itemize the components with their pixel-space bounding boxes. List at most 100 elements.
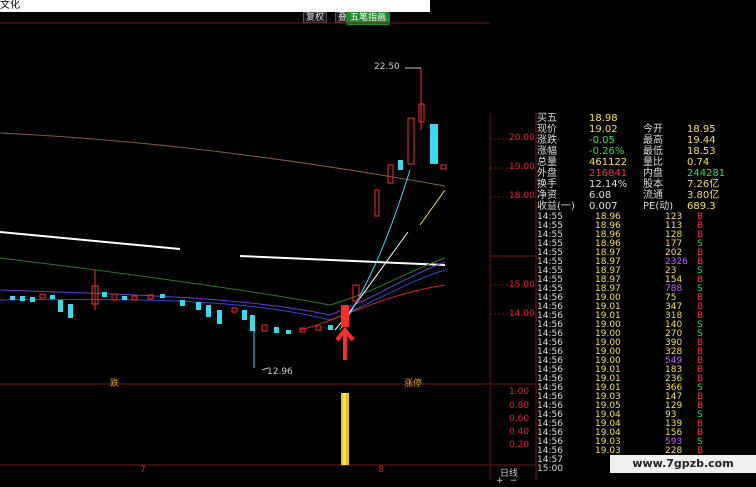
ma-blue-line [0,269,446,321]
drop-marker: 跌 [110,379,120,389]
quote-k: 买五 [537,113,557,124]
trade-row: 14:56 19.05 129 B [537,402,747,411]
trade-row: 14:56 19.01 347 B [537,303,747,312]
quote-v: -0.26% [589,146,625,157]
quote-k: 收益(一) [537,201,575,212]
trade-row: 14:56 19.01 366 S [537,384,747,393]
quote-k2: 流通 [643,190,663,201]
zoom-out-button[interactable]: − [510,476,518,486]
quote-k: 涨跌 [537,135,557,146]
quote-v2: 0.74 [687,157,710,168]
trade-t: 15:00 [537,464,563,474]
candle [341,305,349,327]
quote-v2: 3.80亿 [687,190,720,201]
candle [111,293,118,301]
trade-row: 14:55 18.96 128 B [537,231,747,240]
quote-v: 18.98 [589,113,618,124]
quote-k: 换手 [537,179,557,190]
quote-k2: 量比 [643,157,663,168]
candle [407,117,415,165]
quote-k2: 最高 [643,135,663,146]
trade-row: 14:56 19.03 147 B [537,393,747,402]
quote-v2: 18.95 [687,124,716,135]
candle [328,325,333,330]
candle [20,296,25,301]
watermark: www.7gpzb.com [610,455,756,473]
trade-row: 14:56 19.00 270 S [537,330,747,339]
quote-row: 总量 461122 量比 0.74 [537,157,747,168]
candle [10,296,15,300]
candle [58,300,63,312]
quote-v: 461122 [589,157,628,168]
trade-row: 14:55 18.96 177 S [537,240,747,249]
quote-k: 涨幅 [537,146,557,157]
candle [68,304,73,318]
quote-v2: 244281 [687,168,726,179]
candle [242,310,247,320]
price-tick: 18.00 [509,191,535,201]
date-label: 8 [378,465,384,475]
quote-k2: 最低 [643,146,663,157]
quote-row: 净资 6.08 流通 3.80亿 [537,190,747,201]
candle [122,296,127,300]
candle [50,295,55,299]
volume-tick: 0.20 [509,440,530,450]
candle [261,324,268,332]
ma-yellow-line [419,189,446,226]
candle [398,160,403,170]
quote-k2: 今开 [643,124,663,135]
volume-tick: 0.60 [509,414,530,424]
high-price-label: 22.50 [374,62,400,72]
candle [274,327,279,333]
quote-v: 12.14% [589,179,628,190]
candle [180,300,185,306]
candle [39,293,46,299]
candle [231,307,238,313]
candle [217,310,222,324]
quote-row: 涨跌 -0.05 最高 19.44 [537,135,747,146]
price-tick: 19.00 [509,162,535,172]
candle [196,302,201,310]
trade-row: 14:55 18.97 788 S [537,285,747,294]
quote-k2: PE(动) [643,201,674,212]
trade-row: 14:55 18.96 113 B [537,222,747,231]
candle [286,330,291,334]
quote-v2: 18.53 [687,146,716,157]
candle [440,164,447,170]
quote-v: 19.02 [589,124,618,135]
trade-row: 14:56 19.04 93 S [537,411,747,420]
trade-row: 14:56 19.00 140 S [537,321,747,330]
price-tick: 15.00 [509,280,535,290]
ma-green-line [0,257,446,306]
quote-row: 收益(一) 0.007 PE(动) 689.3 [537,201,747,212]
candle [374,189,380,217]
trade-row: 14:56 19.00 390 B [537,339,747,348]
quote-v2: 689.3 [687,201,716,212]
candle [30,297,35,302]
candle [102,292,107,297]
quote-row: 换手 12.14% 股本 7.26亿 [537,179,747,190]
volume-tick: 0.40 [509,427,530,437]
candle [430,124,438,164]
candle [315,325,322,331]
quote-row: 涨幅 -0.26% 最低 18.53 [537,146,747,157]
quote-row: 外盘 216841 内盘 244281 [537,168,747,179]
quote-k: 总量 [537,157,557,168]
low-price-label: 12.96 [267,367,293,377]
zoom-in-button[interactable]: + [496,476,504,486]
candle [206,305,211,317]
quote-k2: 内盘 [643,168,663,179]
trade-row: 14:56 19.04 139 B [537,420,747,429]
quote-k2: 股本 [643,179,663,190]
quote-v: 0.007 [589,201,618,212]
quote-k: 净资 [537,190,557,201]
trade-row: 14:55 18.97 154 B [537,276,747,285]
trade-row: 14:56 19.04 156 B [537,429,747,438]
quote-v: -0.05 [589,135,615,146]
quote-row: 现价 19.02 今开 18.95 [537,124,747,135]
trade-row: 14:55 18.97 202 B [537,249,747,258]
candles [10,68,447,368]
ma-long-line [0,132,446,187]
trade-row: 14:56 19.00 328 B [537,348,747,357]
quote-k: 现价 [537,124,557,135]
